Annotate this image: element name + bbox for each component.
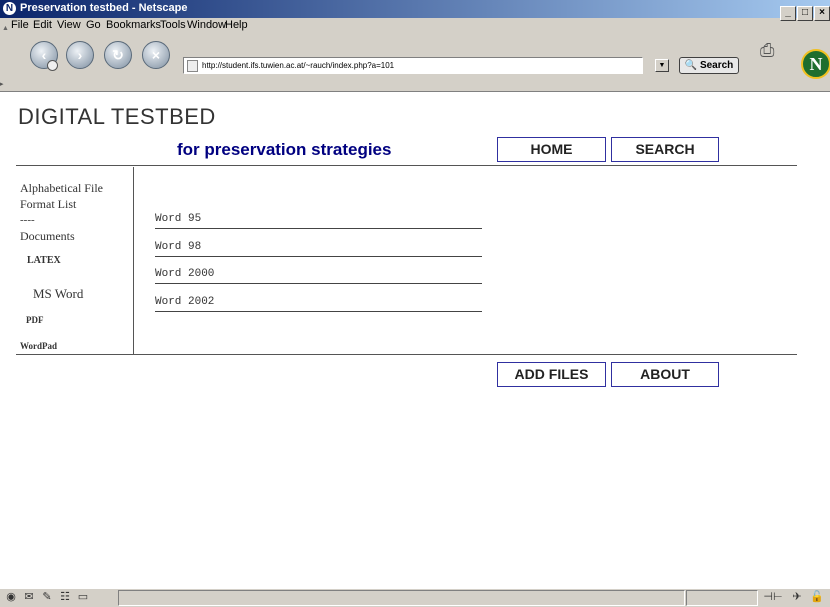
page-subtitle: for preservation strategies <box>177 140 392 159</box>
menu-go[interactable]: Go <box>86 19 101 31</box>
menu-edit[interactable]: Edit <box>33 19 52 31</box>
alphabetical-list-link[interactable]: Alphabetical File Format List <box>20 180 125 212</box>
developer-icon[interactable]: ✈ <box>790 591 804 604</box>
security-lock-icon[interactable]: 🔓 <box>810 591 824 604</box>
menu-tools[interactable]: Tools <box>160 19 186 31</box>
mail-icon[interactable]: ✉ <box>22 591 36 604</box>
sidebar-item-ms-word[interactable]: MS Word <box>33 286 83 302</box>
navigation-toolbar: ‹ › ↻ × ▼ 🔍 Search <box>0 34 830 80</box>
sidebar-separator: ---- <box>20 214 35 226</box>
navigator-icon[interactable]: ◉ <box>4 591 18 604</box>
page-title: DIGITAL TESTBED <box>18 104 216 129</box>
stop-icon[interactable]: × <box>142 41 170 69</box>
about-button[interactable]: ABOUT <box>611 362 719 387</box>
online-status-icon[interactable]: ⊣⊢ <box>762 591 784 604</box>
menu-window[interactable]: Window <box>187 19 226 31</box>
address-book-icon[interactable]: ☷ <box>58 591 72 604</box>
search-button[interactable]: 🔍 Search <box>679 57 739 74</box>
search-nav-button[interactable]: SEARCH <box>611 137 719 162</box>
reload-icon[interactable]: ↻ <box>104 41 132 69</box>
menu-view[interactable]: View <box>57 19 81 31</box>
back-arrow-icon[interactable]: ‹ <box>30 41 58 71</box>
progress-field <box>686 590 758 606</box>
composer-icon[interactable]: ✎ <box>40 591 54 604</box>
search-button-label: Search <box>699 60 734 71</box>
menu-bookmarks[interactable]: Bookmarks <box>106 19 161 31</box>
print-icon[interactable]: ⎙ <box>760 40 782 60</box>
url-bar[interactable] <box>183 57 643 74</box>
page-icon <box>187 60 198 72</box>
sidebar-toggle-icon[interactable]: ▸ <box>0 80 7 90</box>
header-divider <box>16 165 797 166</box>
magnifier-icon: 🔍 <box>684 60 698 71</box>
home-button[interactable]: HOME <box>497 137 606 162</box>
toolbar-grip-icon[interactable]: ▲ <box>2 25 9 32</box>
netscape-logo-icon[interactable]: N <box>801 49 830 79</box>
url-input[interactable] <box>202 58 632 72</box>
file-item-word-95[interactable]: Word 95 <box>155 213 482 229</box>
window-title: Preservation testbed - Netscape <box>20 2 188 14</box>
footer-divider <box>16 354 797 355</box>
sidebar-item-latex[interactable]: LATEX <box>27 255 61 266</box>
file-item-word-98[interactable]: Word 98 <box>155 241 482 257</box>
add-files-button[interactable]: ADD FILES <box>497 362 606 387</box>
file-item-word-2002[interactable]: Word 2002 <box>155 296 482 312</box>
documents-link[interactable]: Documents <box>20 229 75 244</box>
netscape-app-icon: N <box>3 2 16 15</box>
sidebar-item-wordpad[interactable]: WordPad <box>20 341 57 351</box>
irc-chat-icon[interactable]: ▭ <box>76 591 90 604</box>
back-dropdown-icon[interactable] <box>47 60 58 71</box>
forward-arrow-icon[interactable]: › <box>66 41 94 69</box>
menu-bar: ▲ File Edit View Go Bookmarks Tools Wind… <box>0 18 830 34</box>
window-title-bar[interactable]: N Preservation testbed - Netscape _ □ × <box>0 0 830 21</box>
url-dropdown-icon[interactable]: ▼ <box>655 59 669 72</box>
menu-help[interactable]: Help <box>225 19 248 31</box>
status-bar: ◉ ✉ ✎ ☷ ▭ ⊣⊢ ✈ 🔓 <box>0 588 830 607</box>
menu-file[interactable]: File <box>11 19 29 31</box>
page-content: DIGITAL TESTBED for preservation strateg… <box>0 91 830 589</box>
sidebar-item-pdf[interactable]: PDF <box>26 315 44 325</box>
file-item-word-2000[interactable]: Word 2000 <box>155 268 482 284</box>
status-text <box>118 590 685 606</box>
sidebar-divider <box>133 167 134 354</box>
